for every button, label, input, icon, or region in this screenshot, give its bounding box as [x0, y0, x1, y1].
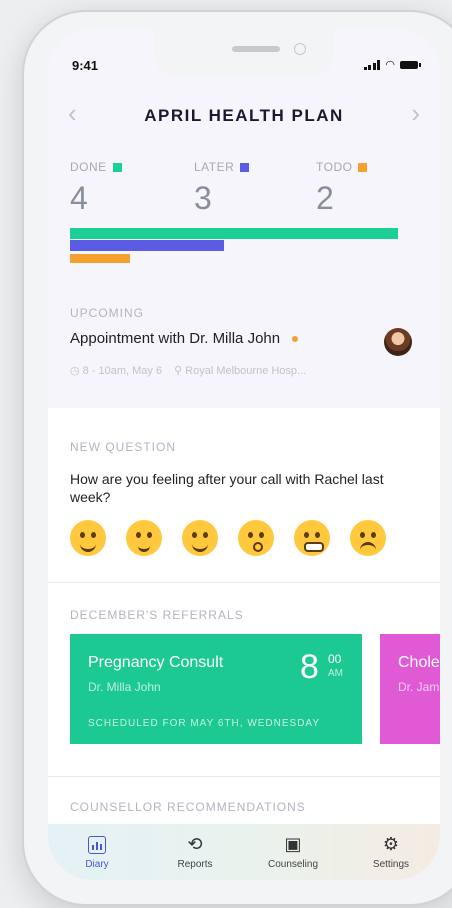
flushed-face-icon[interactable] [238, 520, 274, 556]
stat-done-value: 4 [70, 180, 88, 216]
referral-title-2: Chole [398, 654, 440, 671]
grimacing-face-icon[interactable] [294, 520, 330, 556]
referrals-section-label: DECEMBER'S REFERRALS [70, 608, 244, 622]
referral-scheduled: SCHEDULED FOR MAY 6TH, WEDNESDAY [88, 718, 321, 729]
recommendations-section-label: COUNSELLOR RECOMMENDATIONS [70, 800, 306, 814]
referral-title: Pregnancy Consult [88, 654, 224, 671]
wifi-icon: ◠ [385, 59, 395, 71]
later-swatch [240, 162, 250, 172]
tab-reports[interactable]: ⟲ Reports [146, 824, 244, 880]
new-question-section-label: NEW QUESTION [70, 440, 177, 454]
page-title: APRIL HEALTH PLAN [144, 106, 344, 125]
referral-ampm: AM [328, 668, 343, 679]
tab-diary[interactable]: Diary [48, 824, 146, 880]
nerd-face-icon[interactable] [182, 520, 218, 556]
section-divider-2 [48, 776, 440, 777]
settings-icon: ⚙ [382, 834, 400, 854]
reports-icon: ⟲ [187, 834, 203, 854]
camera [294, 43, 306, 55]
stat-later-value: 3 [194, 180, 212, 216]
upcoming-section-label: UPCOMING [70, 306, 144, 320]
appointment-title: Appointment with Dr. Milla John [70, 330, 281, 347]
relieved-face-icon[interactable] [126, 520, 162, 556]
stat-done: DONE 4 [70, 160, 122, 217]
tab-diary-label: Diary [85, 858, 109, 870]
referral-hour: 8 [300, 648, 319, 686]
tab-settings-label: Settings [372, 858, 410, 870]
tab-settings[interactable]: ⚙ Settings [342, 824, 440, 880]
battery-icon [400, 60, 421, 69]
status-icons: ◠ [363, 58, 421, 71]
appointment-time: 8 - 10am, May 6 [82, 365, 163, 377]
speaker [232, 46, 280, 52]
later-progress-bar [70, 240, 224, 251]
referral-doctor: Dr. Milla John [88, 680, 161, 694]
referral-card-second[interactable]: Chole Dr. Jam [380, 634, 440, 744]
counseling-icon: ▣ [284, 834, 302, 854]
tab-reports-label: Reports [177, 858, 213, 870]
tab-bar: Diary ⟲ Reports ▣ Counseling ⚙ Settings [48, 824, 440, 880]
health-plan-panel [48, 28, 440, 408]
question-text: How are you feeling after your call with… [70, 471, 384, 505]
todo-progress-bar [70, 254, 130, 263]
section-divider [48, 582, 440, 583]
referral-card-pregnancy[interactable]: Pregnancy Consult Dr. Milla John 8 00 AM… [70, 634, 362, 744]
stat-later-label: LATER [194, 160, 235, 174]
status-time: 9:41 [72, 58, 99, 73]
signal-icon [363, 59, 381, 70]
upcoming-appointment[interactable]: Appointment with Dr. Milla John [70, 330, 299, 347]
app-screen: 9:41 ◠ ‹ APRIL HEALTH PLAN › DONE 4 LATE… [48, 28, 440, 880]
location-pin-icon: ⚲ [174, 365, 183, 377]
tab-counseling-label: Counseling [267, 858, 319, 870]
appointment-meta: ◷ 8 - 10am, May 6 ⚲ Royal Melbourne Hosp..… [70, 364, 306, 377]
done-progress-bar [70, 228, 398, 239]
stat-done-label: DONE [70, 160, 107, 174]
stat-todo-label: TODO [316, 160, 353, 174]
status-dot [292, 335, 299, 342]
diary-icon [88, 835, 106, 855]
stat-todo-value: 2 [316, 180, 334, 216]
todo-swatch [358, 162, 368, 172]
crying-face-icon[interactable] [350, 520, 386, 556]
notch [154, 28, 334, 76]
done-swatch [112, 162, 122, 172]
grinning-face-icon[interactable] [70, 520, 106, 556]
referral-doctor-2: Dr. Jam [398, 680, 440, 694]
clock-icon: ◷ [70, 365, 80, 377]
appointment-location: Royal Melbourne Hosp... [185, 365, 307, 377]
next-month-button[interactable]: › [411, 98, 420, 129]
stat-later: LATER 3 [194, 160, 250, 217]
stat-todo: TODO 2 [316, 160, 368, 217]
emoji-picker [70, 520, 386, 556]
referral-minutes: 00 [328, 652, 342, 666]
doctor-avatar[interactable] [384, 328, 412, 356]
tab-counseling[interactable]: ▣ Counseling [244, 824, 342, 880]
